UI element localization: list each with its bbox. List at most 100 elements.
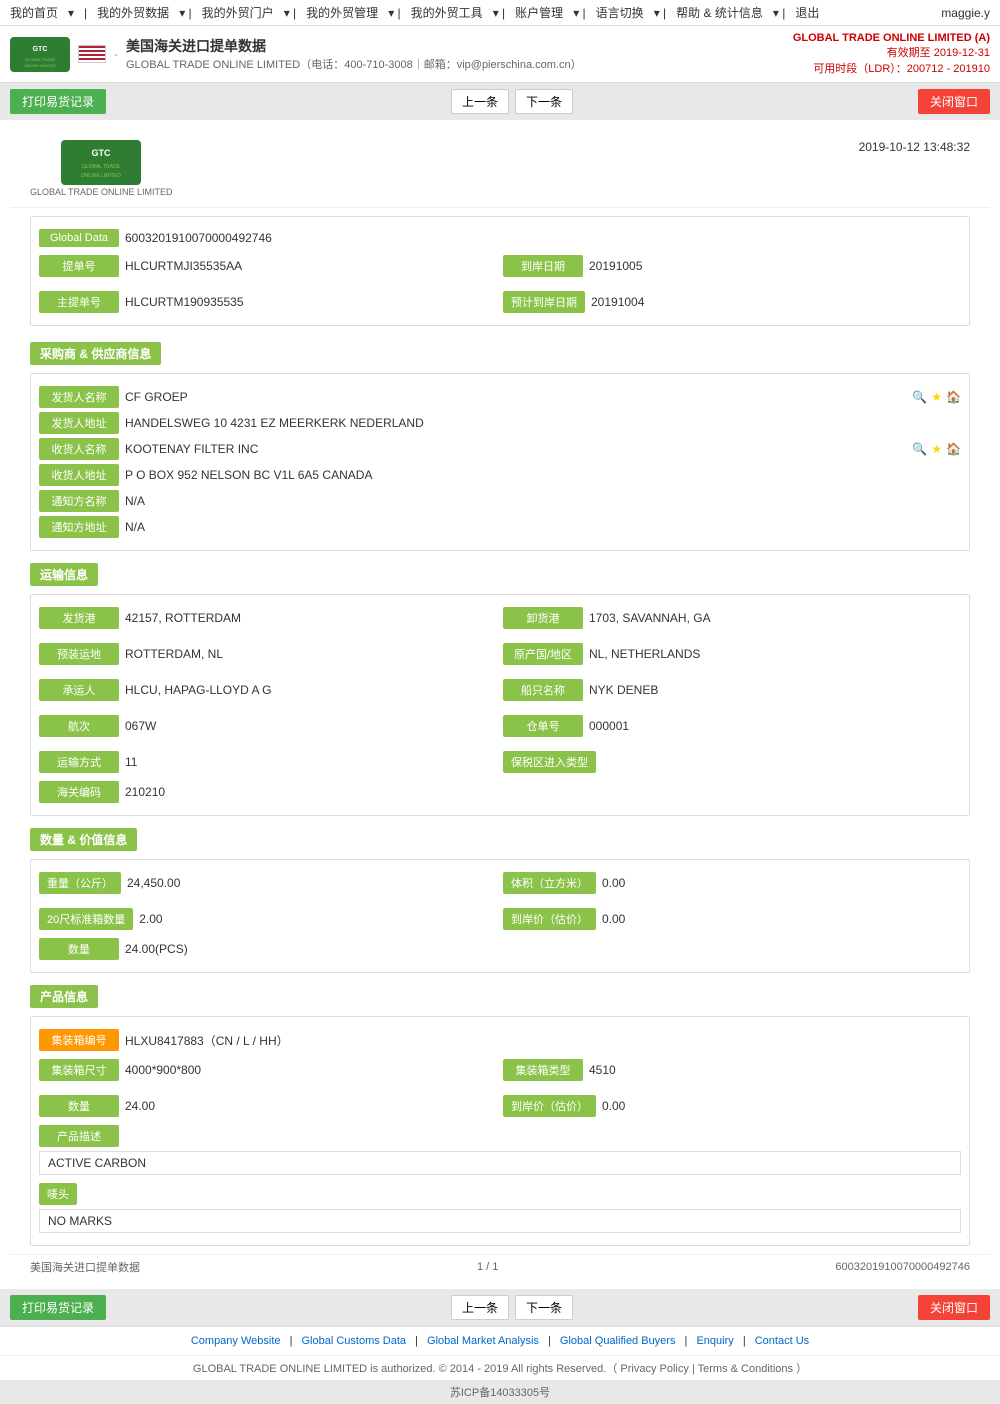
bottom-close-button[interactable]: 关闭窗口	[918, 1295, 990, 1320]
carrier-row: 承运人 HLCU, HAPAG-LLOYD A G	[39, 679, 497, 701]
receiver-addr-row: 收货人地址 P O BOX 952 NELSON BC V1L 6A5 CANA…	[39, 464, 961, 486]
star-icon-sender[interactable]: ★	[931, 390, 942, 404]
print-button[interactable]: 打印易货记录	[10, 89, 106, 114]
shipper-section: 采购商 & 供应商信息 发货人名称 CF GROEP 🔍 ★ 🏠 发货人地址 H…	[10, 334, 990, 551]
doc-footer-source: 美国海关进口提单数据	[30, 1259, 140, 1275]
close-button[interactable]: 关闭窗口	[918, 89, 990, 114]
header-subtitle: GLOBAL TRADE ONLINE LIMITED（电话：400-710-3…	[126, 56, 582, 72]
product-desc-row: 产品描述	[39, 1125, 961, 1147]
notify-addr-value: N/A	[125, 520, 961, 534]
sender-addr-value: HANDELSWEG 10 4231 EZ MEERKERK NEDERLAND	[125, 416, 961, 430]
company-name: GLOBAL TRADE ONLINE LIMITED (A)	[793, 32, 990, 44]
sender-addr-label: 发货人地址	[39, 412, 119, 434]
footer-link-customs[interactable]: Global Customs Data	[302, 1335, 407, 1347]
prev-button[interactable]: 上一条	[451, 89, 509, 114]
nav-trade-data[interactable]: 我的外贸数据	[97, 4, 169, 21]
svg-text:GLOBAL TRADE: GLOBAL TRADE	[82, 164, 121, 170]
bottom-nav-buttons: 上一条 下一条	[451, 1295, 573, 1320]
svg-text:ONLINE LIMITED: ONLINE LIMITED	[24, 63, 56, 68]
document-footer: 美国海关进口提单数据 1 / 1 6003201910070000492746	[10, 1254, 990, 1279]
footer-separator: |	[692, 1363, 695, 1375]
sender-name-label: 发货人名称	[39, 386, 119, 408]
bottom-next-button[interactable]: 下一条	[515, 1295, 573, 1320]
container-no-label: 集装箱编号	[39, 1029, 119, 1051]
carrier-value: HLCU, HAPAG-LLOYD A G	[125, 683, 497, 697]
transport-mode-row: 运输方式 11	[39, 751, 497, 773]
arrival-date-row: 到岸日期 20191005	[503, 255, 961, 277]
notify-addr-label: 通知方地址	[39, 516, 119, 538]
footer-link-website[interactable]: Company Website	[191, 1335, 281, 1347]
shipper-section-wrapper: 发货人名称 CF GROEP 🔍 ★ 🏠 发货人地址 HANDELSWEG 10…	[30, 373, 970, 551]
origin-country-label: 原产国/地区	[503, 643, 583, 665]
product-fob-row: 到岸价（估价） 0.00	[503, 1095, 961, 1117]
sender-addr-row: 发货人地址 HANDELSWEG 10 4231 EZ MEERKERK NED…	[39, 412, 961, 434]
search-icon-receiver[interactable]: 🔍	[912, 442, 927, 456]
top-navigation: 我的首页 ▾ | 我的外贸数据 ▾ | 我的外贸门户 ▾ | 我的外贸管理 ▾ …	[0, 0, 1000, 26]
origin-country-row: 原产国/地区 NL, NETHERLANDS	[503, 643, 961, 665]
global-data-card: Global Data 6003201910070000492746 提单号 H…	[30, 216, 970, 326]
sender-name-value: CF GROEP	[125, 390, 908, 404]
nav-tools[interactable]: 我的外贸工具	[411, 4, 483, 21]
footer-link-enquiry[interactable]: Enquiry	[696, 1335, 733, 1347]
container-size-value: 4000*900*800	[125, 1063, 497, 1077]
footer-sep2: |	[415, 1335, 421, 1347]
product-fob-value: 0.00	[602, 1099, 961, 1113]
marks-label: 唛头	[39, 1183, 77, 1205]
footer-close-paren: ）	[796, 1363, 807, 1375]
product-qty-value: 24.00	[125, 1099, 497, 1113]
customs-row: 海关编码 210210	[39, 781, 961, 803]
main-content: GTC GLOBAL TRADE ONLINE LIMITED GLOBAL T…	[0, 120, 1000, 1289]
nav-logout[interactable]: 退出	[795, 4, 819, 21]
footer-privacy[interactable]: Privacy Policy	[620, 1363, 688, 1375]
nav-portal[interactable]: 我的外贸门户	[202, 4, 274, 21]
header-info-right: GLOBAL TRADE ONLINE LIMITED (A) 有效期至 201…	[793, 32, 990, 76]
notify-addr-row: 通知方地址 N/A	[39, 516, 961, 538]
footer-terms[interactable]: Terms & Conditions	[698, 1363, 793, 1375]
footer-link-buyers[interactable]: Global Qualified Buyers	[560, 1335, 676, 1347]
search-icon-sender[interactable]: 🔍	[912, 390, 927, 404]
bottom-print-button[interactable]: 打印易货记录	[10, 1295, 106, 1320]
nav-manage[interactable]: 我的外贸管理	[306, 4, 378, 21]
doc-logo: GTC GLOBAL TRADE ONLINE LIMITED GLOBAL T…	[30, 140, 173, 197]
logo: GTC GLOBAL TRADE ONLINE LIMITED	[10, 37, 70, 72]
container-type-label: 集装箱类型	[503, 1059, 583, 1081]
nav-language[interactable]: 语言切换	[596, 4, 644, 21]
footer-link-market[interactable]: Global Market Analysis	[427, 1335, 539, 1347]
footer-icp: 苏ICP备14033305号	[0, 1380, 1000, 1404]
footer-link-contact[interactable]: Contact Us	[755, 1335, 809, 1347]
home-icon-receiver[interactable]: 🏠	[946, 442, 961, 456]
product-desc-value: ACTIVE CARBON	[39, 1151, 961, 1175]
pre-transport-row: 预装运地 ROTTERDAM, NL	[39, 643, 497, 665]
star-icon-receiver[interactable]: ★	[931, 442, 942, 456]
transport-section-wrapper: 发货港 42157, ROTTERDAM 卸货港 1703, SAVANNAH,…	[30, 594, 970, 816]
arrival-date-value: 20191005	[589, 259, 961, 273]
footer-copyright: GLOBAL TRADE ONLINE LIMITED is authorize…	[193, 1363, 617, 1375]
fob-row: 到岸价（估价） 0.00	[503, 908, 961, 930]
home-icon-sender[interactable]: 🏠	[946, 390, 961, 404]
quantity-section-wrapper: 重量（公斤） 24,450.00 体积（立方米） 0.00 20尺标准箱数量 2…	[30, 859, 970, 973]
svg-text:ONLINE LIMITED: ONLINE LIMITED	[81, 173, 121, 179]
sender-name-row: 发货人名称 CF GROEP 🔍 ★ 🏠	[39, 386, 961, 408]
carrier-label: 承运人	[39, 679, 119, 701]
nav-home[interactable]: 我的首页	[10, 4, 58, 21]
bottom-prev-button[interactable]: 上一条	[451, 1295, 509, 1320]
logo-icon: GTC GLOBAL TRADE ONLINE LIMITED	[10, 37, 70, 72]
nav-help[interactable]: 帮助 & 统计信息	[676, 4, 763, 21]
container-no-value: HLXU8417883（CN / L / HH）	[125, 1032, 961, 1049]
container-no-row: 集装箱编号 HLXU8417883（CN / L / HH）	[39, 1029, 961, 1051]
transport-mode-value: 11	[125, 755, 497, 769]
product-desc-label: 产品描述	[39, 1125, 119, 1147]
est-arrival-label: 预计到岸日期	[503, 291, 585, 313]
customs-label: 海关编码	[39, 781, 119, 803]
voyage-row: 航次 067W	[39, 715, 497, 737]
next-button[interactable]: 下一条	[515, 89, 573, 114]
global-data-row: Global Data 6003201910070000492746	[39, 229, 961, 247]
origin-port-label: 发货港	[39, 607, 119, 629]
nav-account[interactable]: 账户管理	[515, 4, 563, 21]
footer-sep4: |	[685, 1335, 691, 1347]
bottom-toolbar-left: 打印易货记录	[10, 1295, 106, 1320]
warehouse-label: 仓单号	[503, 715, 583, 737]
bill-no-label: 提单号	[39, 255, 119, 277]
origin-country-value: NL, NETHERLANDS	[589, 647, 961, 661]
svg-text:GTC: GTC	[92, 148, 111, 158]
